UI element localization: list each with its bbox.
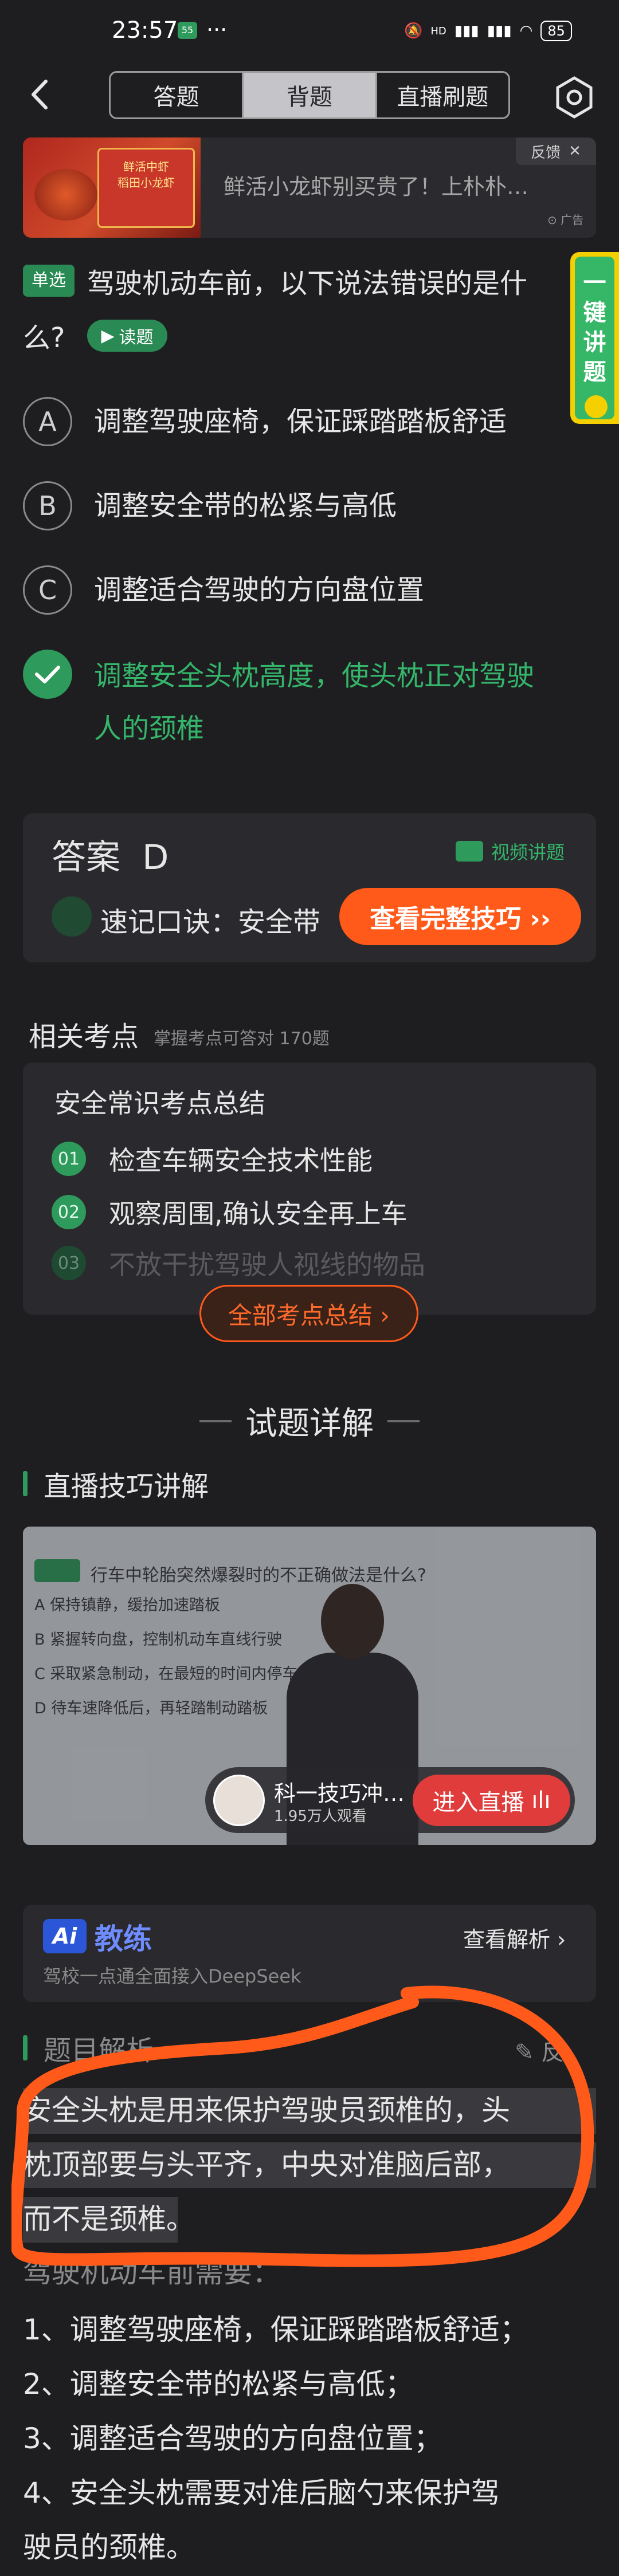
ad-banner[interactable]: 鲜活中虾 稻田小龙虾 鲜活小龙虾别买贵了！上朴朴… 反馈 ✕ ⊙ 广告 <box>23 137 596 238</box>
point-text: 检查车辆安全技术性能 <box>109 1145 373 1176</box>
live-tips-heading: 直播技巧讲解 <box>23 1464 209 1504</box>
list-item[interactable]: 02 观察周围,确认安全再上车 <box>52 1193 408 1231</box>
point-number: 02 <box>52 1195 86 1229</box>
option-c-letter: C <box>23 565 72 615</box>
close-icon[interactable]: ✕ <box>569 143 581 160</box>
play-icon: ▶ <box>101 325 115 346</box>
related-points-subtitle: 掌握考点可答对 170题 <box>154 1029 330 1049</box>
list-item[interactable]: 03 不放干扰驾驶人视线的物品 <box>52 1244 425 1282</box>
video-icon <box>456 841 483 862</box>
option-c-text: 调整适合驾驶的方向盘位置 <box>94 574 425 606</box>
app-notification-icon: 55 <box>178 22 197 39</box>
option-b[interactable]: B 调整安全带的松紧与高低 <box>23 481 596 530</box>
read-question-button[interactable]: ▶ 读题 <box>87 320 167 352</box>
details-heading-text: 试题详解 <box>245 1405 374 1442</box>
point-number: 01 <box>52 1142 86 1176</box>
answer-label-text: 答案 <box>52 837 120 878</box>
point-text: 观察周围,确认安全再上车 <box>109 1198 408 1229</box>
battery-icon: 85 <box>540 21 572 41</box>
enter-live-label: 进入直播 <box>432 1790 524 1816</box>
question-text-line1: 驾驶机动车前，以下说法错误的是什 <box>87 268 528 300</box>
heading-bar <box>23 1471 28 1496</box>
option-d[interactable]: 调整安全头枕高度，使头枕正对驾驶 人的颈椎 <box>23 650 596 755</box>
mute-icon: 🔕 <box>404 22 423 40</box>
avatar <box>213 1775 265 1826</box>
ad-tag: ⊙ 广告 <box>547 213 584 227</box>
tab-memorize[interactable]: 背题 <box>244 73 377 117</box>
view-full-tips-button[interactable]: 查看完整技巧 ›› <box>339 888 581 945</box>
explanation-line: 2、调整安全带的松紧与高低； <box>23 2367 414 2401</box>
live-viewer-count: 1.95万人观看 <box>274 1808 367 1825</box>
all-points-button[interactable]: 全部考点总结 › <box>199 1285 418 1342</box>
point-text: 不放干扰驾驶人视线的物品 <box>109 1249 425 1280</box>
view-analysis-link[interactable]: 查看解析 › <box>463 1922 566 1953</box>
list-item[interactable]: 01 检查车辆安全技术性能 <box>52 1140 373 1178</box>
explanation-line: 1、调整驾驶座椅，保证踩踏踏板舒适； <box>23 2313 528 2346</box>
enter-live-button[interactable]: 进入直播 ılı <box>413 1775 570 1826</box>
point-number: 03 <box>52 1246 86 1280</box>
live-tips-heading-text: 直播技巧讲解 <box>44 1470 209 1503</box>
back-icon[interactable] <box>23 74 57 115</box>
live-wave-icon: ılı <box>531 1787 551 1814</box>
mode-tabs: 答题 背题 直播刷题 <box>109 71 510 119</box>
check-icon <box>23 650 72 699</box>
option-a[interactable]: A 调整驾驶座椅，保证踩踏踏板舒适 <box>23 397 596 446</box>
option-b-text: 调整安全带的松紧与高低 <box>94 490 397 522</box>
status-time: 23:57 <box>112 17 178 44</box>
divider <box>387 1419 420 1422</box>
video-explain-label: 视频讲题 <box>491 841 565 863</box>
option-d-text-line1: 调整安全头枕高度，使头枕正对驾驶 <box>94 660 535 692</box>
ad-text: 鲜活小龙虾别买贵了！上朴朴… <box>224 174 529 199</box>
ai-logo-icon: Ai <box>43 1919 87 1953</box>
memo-text: 速记口诀：安全带 <box>100 906 321 938</box>
ad-product-box: 鲜活中虾 稻田小龙虾 <box>97 148 195 228</box>
video-explain-button[interactable]: 视频讲题 <box>456 838 565 864</box>
explanation-line: 3、调整适合驾驶的方向盘位置； <box>23 2422 442 2455</box>
divider <box>199 1419 232 1422</box>
ai-coach-title: 教练 <box>95 1922 152 1956</box>
details-heading: 试题详解 <box>189 1398 430 1444</box>
ad-feedback-label: 反馈 <box>531 144 561 162</box>
related-card-title: 安全常识考点总结 <box>54 1088 265 1119</box>
signal-icon-2: ▮▮▮ <box>487 22 512 40</box>
option-b-letter: B <box>23 481 72 530</box>
side-play-icon <box>585 395 608 418</box>
explanation-line: 4、安全头枕需要对准后脑勺来保护驾 <box>23 2476 500 2510</box>
read-question-label: 读题 <box>119 328 154 348</box>
annotation-circle <box>11 1985 594 2267</box>
question-type-badge: 单选 <box>23 265 75 297</box>
answer-label: 答案 D <box>52 829 169 879</box>
settings-hexagon-icon[interactable] <box>551 74 597 120</box>
tab-live[interactable]: 直播刷题 <box>377 73 508 117</box>
ad-feedback-button[interactable]: 反馈 ✕ <box>516 137 596 165</box>
answer-value: D <box>142 837 169 878</box>
wifi-icon: ◠ <box>519 22 533 40</box>
option-a-text: 调整驾驶座椅，保证踩踏踏板舒适 <box>94 406 507 438</box>
speaker-icon[interactable] <box>52 896 92 937</box>
related-points-title: 相关考点 <box>29 1021 139 1053</box>
crayfish-bowl-icon <box>34 169 97 221</box>
option-d-text: 调整安全头枕高度，使头枕正对驾驶 人的颈椎 <box>94 650 534 755</box>
explanation-line: 驶员的颈椎。 <box>23 2531 195 2564</box>
live-host-name: 科一技巧冲… <box>274 1781 405 1806</box>
signal-label: HD <box>430 25 446 37</box>
signal-icon: ▮▮▮ <box>454 22 479 40</box>
option-a-letter: A <box>23 397 72 446</box>
option-c[interactable]: C 调整适合驾驶的方向盘位置 <box>23 565 596 615</box>
status-icons: 🔕 HD ▮▮▮ ▮▮▮ ◠ 85 <box>404 19 587 42</box>
ad-tag-label: 广告 <box>561 213 584 227</box>
more-notifications-icon: ··· <box>206 17 228 42</box>
question-text-line2: 么? <box>23 322 65 354</box>
option-d-text-line2: 人的颈椎 <box>94 713 205 745</box>
tab-answer[interactable]: 答题 <box>111 73 244 117</box>
